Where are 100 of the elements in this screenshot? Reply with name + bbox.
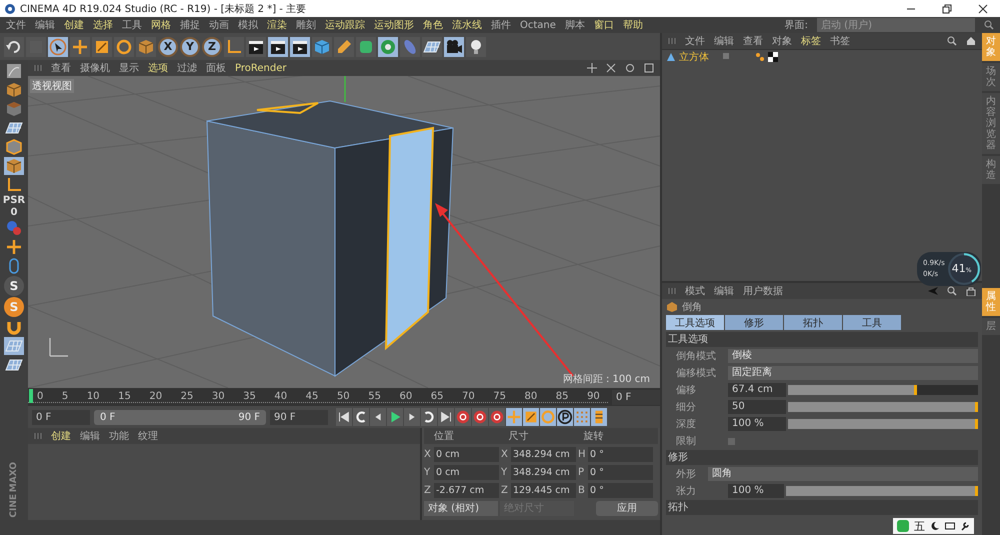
ime-mode-label[interactable]: 五 <box>914 518 925 534</box>
snap-cross-icon[interactable] <box>4 238 24 256</box>
menu-item[interactable]: 雕刻 <box>296 18 316 32</box>
coordinate-field[interactable]: 0 ° <box>588 446 653 462</box>
search-icon[interactable] <box>984 20 994 30</box>
axis-toggle[interactable]: X <box>158 36 178 56</box>
section-header[interactable]: 修形 <box>666 450 978 465</box>
side-tab[interactable]: 内容浏览器 <box>982 93 1000 154</box>
object-row[interactable]: 立方体 <box>662 50 982 64</box>
attribute-tab[interactable]: 工具选项 <box>666 315 724 330</box>
side-tab[interactable]: 层 <box>982 318 1000 335</box>
mode-dropdown[interactable]: 对象 (相对) <box>424 500 498 516</box>
coordinate-axes-icon[interactable] <box>224 36 244 56</box>
close-icon[interactable] <box>978 4 988 14</box>
menu-item[interactable]: 编辑 <box>714 34 734 48</box>
current-frame-field[interactable]: 0 F <box>612 390 660 404</box>
attribute-tab[interactable]: 修形 <box>725 315 783 330</box>
menu-item[interactable]: 书签 <box>830 34 850 48</box>
coordinate-field[interactable]: 0 ° <box>588 482 653 498</box>
side-tab[interactable]: 构造 <box>982 156 1000 184</box>
menu-item[interactable]: 创建 <box>64 18 84 32</box>
restore-icon[interactable] <box>942 4 952 14</box>
number-field[interactable]: 100 % <box>728 484 784 498</box>
menu-item[interactable]: 窗口 <box>594 18 614 32</box>
timeline-ruler[interactable]: 0 5 10 15 20 25 30 35 40 45 50 55 60 65 70 75 80 85 90 <box>28 391 608 403</box>
model-mode-icon[interactable] <box>4 62 24 80</box>
slider-fill[interactable] <box>788 402 978 412</box>
rounded-cube-icon[interactable] <box>356 36 376 56</box>
playhead-marker[interactable] <box>29 389 33 403</box>
menu-item[interactable]: ProRender <box>235 62 286 74</box>
coordinate-field[interactable]: -2.677 cm <box>434 482 499 498</box>
autokey-icon[interactable] <box>472 408 488 426</box>
coordinate-field[interactable]: 0 cm <box>434 464 499 480</box>
flower-icon[interactable] <box>378 36 398 56</box>
step-back-icon[interactable] <box>370 408 386 426</box>
coordinate-field[interactable]: 348.294 cm <box>511 464 576 480</box>
coordinate-field[interactable]: 0 ° <box>588 464 653 480</box>
slider-fill[interactable] <box>786 486 978 496</box>
film-strip-icon[interactable] <box>591 408 607 426</box>
menu-item[interactable]: 工具 <box>122 18 142 32</box>
apply-button[interactable]: 应用 <box>596 500 658 516</box>
side-tab[interactable]: 场次 <box>982 63 1000 91</box>
menu-item[interactable]: 功能 <box>109 429 129 443</box>
floor-grid-icon[interactable] <box>422 36 442 56</box>
polygon-cube-icon[interactable] <box>4 157 24 175</box>
skip-end-icon[interactable] <box>438 408 454 426</box>
rotate-ring-icon[interactable] <box>114 36 134 56</box>
menu-item[interactable]: 查看 <box>51 61 71 75</box>
menu-item[interactable]: 捕捉 <box>180 18 200 32</box>
object-name[interactable]: 立方体 <box>679 50 719 64</box>
clapperboard-icon[interactable] <box>268 36 288 56</box>
menu-item[interactable]: 选择 <box>93 18 113 32</box>
start-frame-field[interactable]: 0 F <box>32 410 90 424</box>
zoom-view-icon[interactable] <box>606 63 616 73</box>
menu-item[interactable]: 编辑 <box>714 284 734 298</box>
menu-item[interactable]: 角色 <box>423 18 443 32</box>
number-field[interactable]: 67.4 cm <box>728 383 786 397</box>
light-bulb-icon[interactable] <box>466 36 486 56</box>
menu-item[interactable]: 创建 <box>51 429 71 443</box>
scale-square-icon[interactable] <box>92 36 112 56</box>
slider-fill[interactable] <box>788 419 978 429</box>
slider-fill[interactable] <box>788 385 918 395</box>
section-header[interactable]: 工具选项 <box>666 332 978 347</box>
cursor-arrow-icon[interactable] <box>48 36 68 56</box>
menu-item[interactable]: Octane <box>520 20 556 30</box>
coordinate-field[interactable]: 0 cm <box>434 446 499 462</box>
moon-icon[interactable] <box>930 521 940 531</box>
axis-toggle[interactable]: Z <box>202 36 222 56</box>
plugin-logo-button[interactable]: S <box>4 276 24 296</box>
loop-back-icon[interactable] <box>353 408 369 426</box>
menu-item[interactable]: 显示 <box>119 61 139 75</box>
menu-item[interactable]: 渲染 <box>267 18 287 32</box>
menu-item[interactable]: 过滤 <box>177 61 197 75</box>
number-field[interactable]: 100 % <box>728 417 786 431</box>
menu-item[interactable]: 运动图形 <box>374 18 414 32</box>
coordinate-field[interactable]: 348.294 cm <box>511 446 576 462</box>
search-icon[interactable] <box>947 36 957 46</box>
loop-forward-icon[interactable] <box>421 408 437 426</box>
menu-item[interactable]: 插件 <box>491 18 511 32</box>
menu-item[interactable]: 文件 <box>685 34 705 48</box>
search-icon[interactable] <box>947 286 957 296</box>
attribute-tab[interactable]: 工具 <box>843 315 901 330</box>
dropdown-field[interactable]: 固定距离 <box>728 366 978 380</box>
checker-tag-icon[interactable] <box>768 52 778 62</box>
menu-item[interactable]: 编辑 <box>80 429 100 443</box>
keyboard-icon[interactable] <box>945 521 955 531</box>
box-icon[interactable] <box>136 36 156 56</box>
record-key-icon[interactable] <box>455 408 471 426</box>
cube-icon[interactable] <box>4 81 24 99</box>
menu-item[interactable]: 选项 <box>148 61 168 75</box>
menu-item[interactable]: 摄像机 <box>80 61 110 75</box>
menu-item[interactable]: 模式 <box>685 284 705 298</box>
attribute-tab[interactable]: 拓扑 <box>784 315 842 330</box>
pen-icon[interactable] <box>334 36 354 56</box>
menu-item[interactable]: 帮助 <box>622 18 643 32</box>
menu-item[interactable]: 对象 <box>772 34 792 48</box>
param-key-icon[interactable] <box>557 408 573 426</box>
coordinate-field[interactable]: 129.445 cm <box>511 482 576 498</box>
play-icon[interactable] <box>387 408 403 426</box>
step-forward-icon[interactable] <box>404 408 420 426</box>
